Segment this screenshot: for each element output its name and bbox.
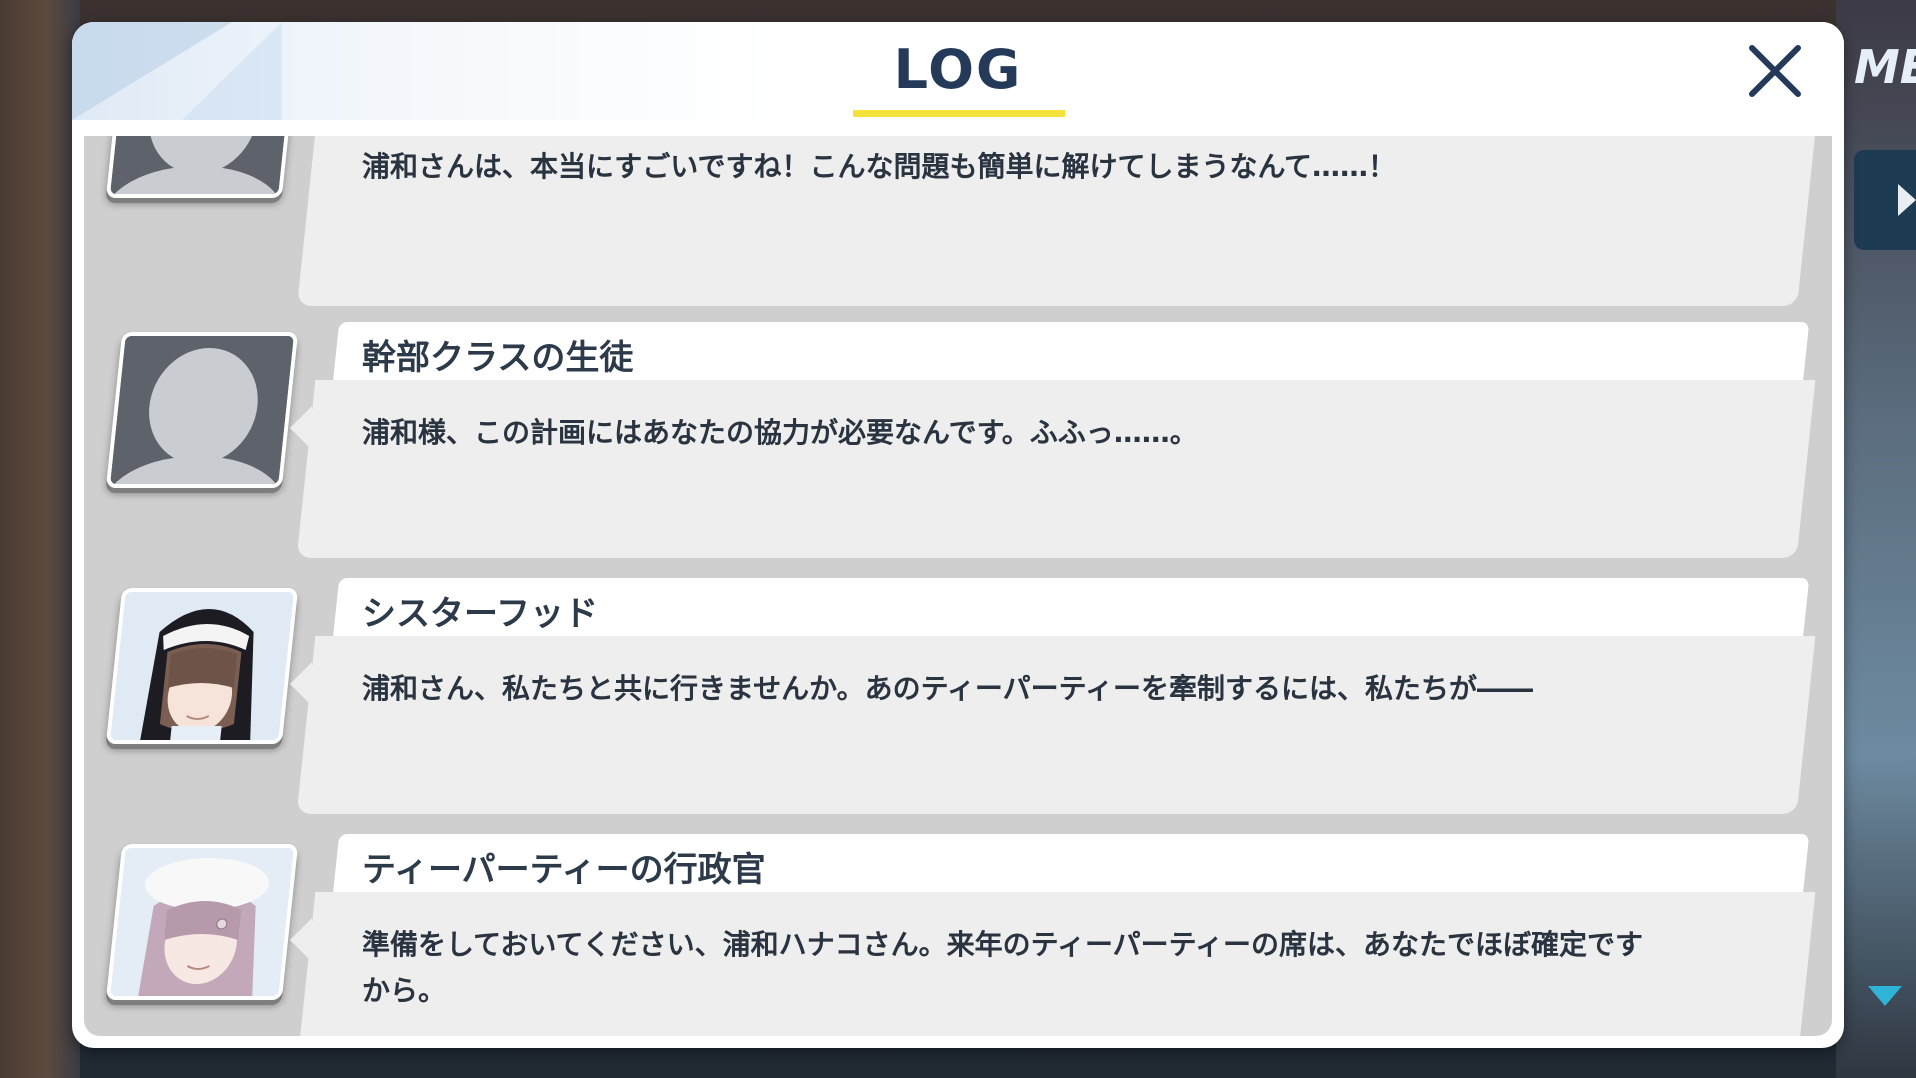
log-entry: 浦和さんは、本当にすごいですね！こんな問題も簡単に解けてしまうなんて……！ bbox=[84, 136, 1832, 326]
log-header: LOG bbox=[72, 22, 1844, 120]
close-icon bbox=[1749, 45, 1801, 97]
dialogue-text: 準備をしておいてください、浦和ハナコさん。来年のティーパーティーの席は、あなたで… bbox=[362, 928, 1644, 1007]
silhouette-portrait-icon bbox=[105, 136, 299, 194]
nun-portrait-icon bbox=[105, 592, 299, 740]
side-skip-button[interactable] bbox=[1854, 150, 1916, 250]
speaker-portrait bbox=[105, 332, 299, 488]
speaker-name: シスターフッド bbox=[362, 594, 598, 634]
scroll-down-arrow-icon[interactable] bbox=[1868, 986, 1902, 1006]
log-title: LOG bbox=[893, 38, 1023, 101]
dialogue-text: 浦和さんは、本当にすごいですね！こんな問題も簡単に解けてしまうなんて……！ bbox=[362, 150, 1397, 183]
dialogue-text: 浦和さん、私たちと共に行きませんか。あのティーパーティーを牽制するには、私たちが… bbox=[362, 672, 1533, 705]
log-entry: シスターフッド 浦和さん、私たちと共に行きませんか。あのティーパーティーを牽制す… bbox=[84, 578, 1832, 818]
log-entry: ティーパーティーの行政官 準備をしておいてください、浦和ハナコさん。来年のティー… bbox=[84, 834, 1832, 1036]
title-underline bbox=[853, 110, 1065, 117]
speaker-portrait bbox=[105, 844, 299, 1000]
close-button[interactable] bbox=[1744, 40, 1806, 102]
speaker-portrait bbox=[105, 588, 299, 744]
speaker-name: 幹部クラスの生徒 bbox=[362, 338, 634, 378]
log-window: LOG 浦和さんは、本当にすごいですね！こんな問題も簡単に解けてしまうなんて……… bbox=[72, 22, 1844, 1048]
dialogue-text: 浦和様、この計画にはあなたの協力が必要なんです。ふふっ……。 bbox=[362, 416, 1198, 449]
speaker-name: ティーパーティーの行政官 bbox=[362, 850, 766, 890]
speaker-portrait bbox=[105, 136, 299, 198]
menu-button-partial[interactable]: ME bbox=[1846, 40, 1916, 100]
log-list[interactable]: 浦和さんは、本当にすごいですね！こんな問題も簡単に解けてしまうなんて……！ 幹部… bbox=[84, 136, 1832, 1036]
background-left bbox=[0, 0, 80, 1078]
dialogue-box bbox=[296, 380, 1816, 558]
silhouette-portrait-icon bbox=[105, 336, 299, 484]
dialogue-pointer bbox=[290, 918, 312, 962]
log-entry: 幹部クラスの生徒 浦和様、この計画にはあなたの協力が必要なんです。ふふっ……。 bbox=[84, 322, 1832, 562]
officer-portrait-icon bbox=[105, 848, 299, 996]
dialogue-box bbox=[296, 636, 1816, 814]
dialogue-pointer bbox=[290, 406, 312, 450]
dialogue-pointer bbox=[290, 662, 312, 706]
